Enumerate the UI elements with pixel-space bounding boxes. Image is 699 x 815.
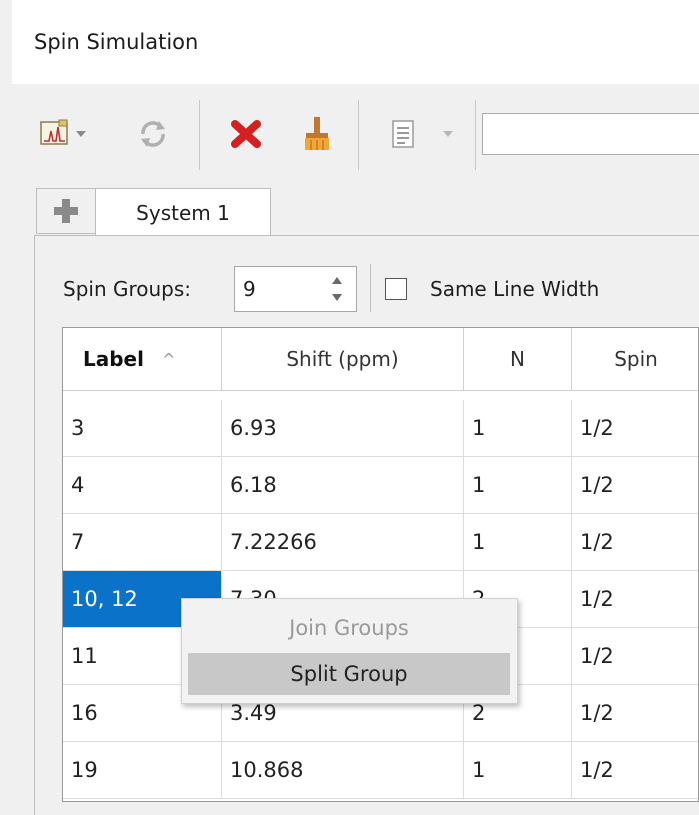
spin-groups-stepper[interactable]: 9	[234, 266, 357, 312]
context-menu: Join Groups Split Group	[181, 598, 518, 704]
cell-n[interactable]: 1	[464, 457, 572, 513]
title-bar: Spin Simulation	[12, 0, 699, 84]
add-system-tab[interactable]	[36, 188, 96, 234]
cell-n[interactable]: 1	[464, 742, 572, 798]
cell-shift[interactable]: 7.22266	[222, 514, 464, 570]
menu-item-split-group[interactable]: Split Group	[188, 653, 510, 695]
cell-shift[interactable]: 6.93	[222, 400, 464, 456]
toolbar-input[interactable]	[482, 113, 699, 155]
column-header-n[interactable]: N	[464, 328, 572, 390]
same-line-width-label[interactable]: Same Line Width	[430, 277, 599, 301]
plus-icon	[54, 199, 78, 223]
spin-groups-table: Label ^ Shift (ppm) N Spin 3 6.93 1 1/2 …	[62, 327, 699, 802]
refresh-icon[interactable]	[134, 116, 172, 152]
table-row[interactable]: 4 6.18 1 1/2	[63, 457, 698, 514]
spin-groups-value[interactable]: 9	[243, 277, 256, 301]
spectrum-dropdown-chevron-icon[interactable]	[74, 124, 88, 144]
cell-spin[interactable]: 1/2	[572, 514, 698, 570]
column-header-shift[interactable]: Shift (ppm)	[222, 328, 464, 390]
controls-separator	[370, 264, 371, 312]
tab-system-1[interactable]: System 1	[95, 188, 271, 236]
column-header-spin[interactable]: Spin	[572, 328, 698, 390]
cell-label[interactable]: 3	[63, 400, 222, 456]
cell-spin[interactable]: 1/2	[572, 628, 698, 684]
spin-groups-label: Spin Groups:	[63, 277, 192, 301]
window-title: Spin Simulation	[34, 30, 199, 54]
table-row[interactable]: 3 6.93 1 1/2	[63, 400, 698, 457]
table-row[interactable]: 19 10.868 1 1/2	[63, 742, 698, 799]
list-dropdown-chevron-icon[interactable]	[441, 124, 455, 144]
cell-n[interactable]: 1	[464, 514, 572, 570]
cell-spin[interactable]: 1/2	[572, 400, 698, 456]
list-icon[interactable]	[389, 118, 417, 150]
cell-spin[interactable]: 1/2	[572, 571, 698, 627]
menu-item-join-groups[interactable]: Join Groups	[188, 607, 510, 649]
sort-ascending-icon: ^	[161, 349, 176, 369]
cell-n[interactable]: 1	[464, 400, 572, 456]
cell-label[interactable]: 19	[63, 742, 222, 798]
spectrum-icon[interactable]	[40, 118, 70, 148]
cell-spin[interactable]: 1/2	[572, 742, 698, 798]
cell-label[interactable]: 7	[63, 514, 222, 570]
delete-icon[interactable]	[228, 118, 264, 150]
cell-shift[interactable]: 10.868	[222, 742, 464, 798]
toolbar-separator	[199, 100, 200, 170]
same-line-width-checkbox[interactable]	[385, 278, 407, 300]
table-row[interactable]: 7 7.22266 1 1/2	[63, 514, 698, 571]
cell-label[interactable]: 4	[63, 457, 222, 513]
toolbar-separator	[475, 100, 476, 170]
clear-icon[interactable]	[300, 114, 334, 154]
spin-simulation-window: Spin Simulation System 1 Spin Groups: 9 …	[0, 0, 699, 815]
stepper-arrows-icon[interactable]	[330, 273, 344, 305]
cell-spin[interactable]: 1/2	[572, 457, 698, 513]
table-header: Label ^ Shift (ppm) N Spin	[63, 328, 698, 391]
cell-shift[interactable]: 6.18	[222, 457, 464, 513]
column-header-label[interactable]: Label ^	[63, 328, 222, 390]
cell-spin[interactable]: 1/2	[572, 685, 698, 741]
toolbar-separator	[358, 100, 359, 170]
